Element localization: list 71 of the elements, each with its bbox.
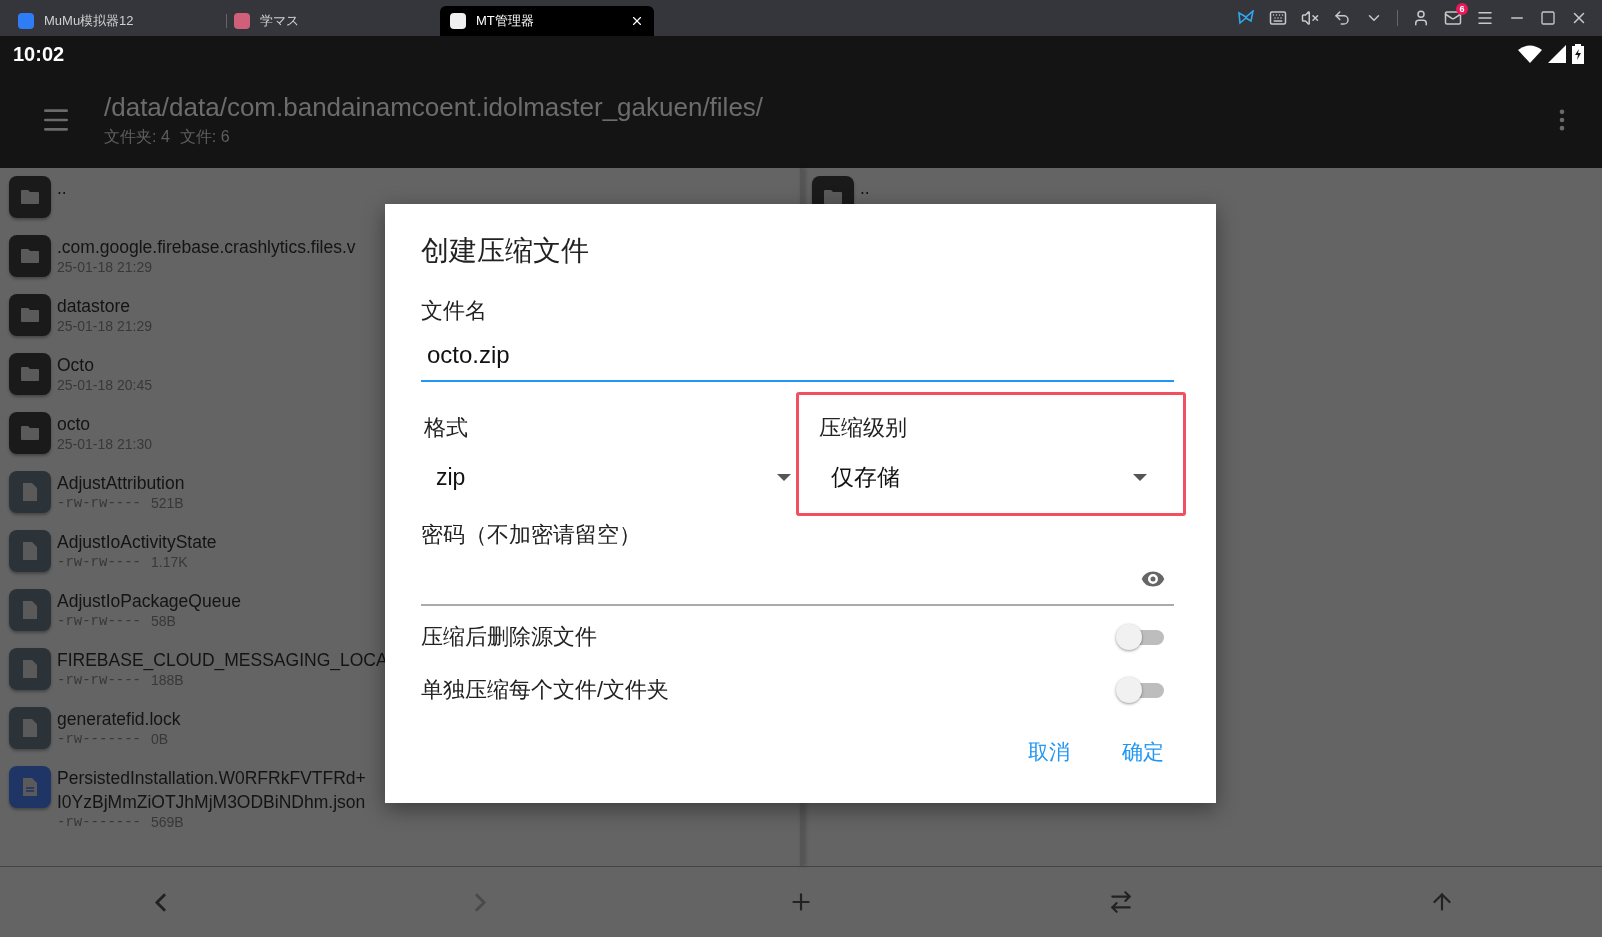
tab-separator <box>226 14 227 28</box>
wifi-icon <box>1518 45 1542 63</box>
user-icon[interactable] <box>1412 9 1430 27</box>
file-tile[interactable] <box>9 589 51 631</box>
dialog-title: 创建压缩文件 <box>421 234 590 268</box>
caret-icon <box>776 473 791 481</box>
field-label: 格式 <box>424 414 468 442</box>
undo-icon[interactable] <box>1333 9 1351 27</box>
mail-icon[interactable] <box>1444 9 1462 27</box>
file-icon <box>22 600 38 620</box>
window-tab[interactable]: MuMu模拟器12 <box>8 6 222 36</box>
input-field[interactable]: octo.zip <box>421 330 1174 382</box>
file-tile[interactable] <box>9 471 51 513</box>
file-tile[interactable] <box>9 530 51 572</box>
file-name: AdjustIoPackageQueue <box>57 590 241 613</box>
item-count: 文件夹: 4 <box>104 127 170 147</box>
clock-time: 10:02 <box>13 42 65 66</box>
window-tab[interactable]: MT管理器 <box>440 6 654 36</box>
level-dropdown[interactable]: 仅存储 <box>818 447 1147 507</box>
folder-icon <box>20 248 40 264</box>
app-icon <box>450 13 466 29</box>
field-label: 密码（不加密请留空） <box>421 521 641 549</box>
file-icon <box>22 659 38 679</box>
file-name: octo <box>57 413 92 436</box>
file-name: I0YzBjMmZiOTJhMjM3ODBiNDhm.json <box>57 791 366 814</box>
menu-icon[interactable] <box>1476 9 1494 27</box>
folder-tile[interactable] <box>9 412 51 454</box>
file-icon <box>22 541 38 561</box>
battery-charging-icon <box>1572 44 1584 64</box>
signal-icon <box>1548 45 1566 63</box>
file-name: .. <box>57 177 67 200</box>
file-name: .. <box>860 177 870 200</box>
mute-icon[interactable] <box>1301 9 1319 27</box>
file-name: Octo <box>57 354 95 377</box>
folder-tile[interactable] <box>9 294 51 336</box>
folder-icon <box>20 307 40 323</box>
item-count: 文件: 6 <box>179 127 230 147</box>
folder-icon <box>20 366 40 382</box>
document-icon <box>22 777 38 797</box>
document-tile[interactable] <box>9 766 51 808</box>
field-label: 文件名 <box>421 297 487 325</box>
window-tab[interactable]: 学マス <box>224 6 438 36</box>
folder-icon <box>20 425 40 441</box>
format-dropdown[interactable]: zip <box>424 447 791 507</box>
toggle-label: 单独压缩每个文件/文件夹 <box>421 675 670 704</box>
folder-tile[interactable] <box>9 353 51 395</box>
file-name: .com.google.firebase.crashlytics.files.v <box>57 236 356 259</box>
folder-icon <box>823 189 843 205</box>
file-name: AdjustAttribution <box>57 472 185 495</box>
file-name: datastore <box>57 295 131 318</box>
folder-tile[interactable] <box>9 176 51 218</box>
file-name: generatefid.lock <box>57 708 181 731</box>
file-name: FIREBASE_CLOUD_MESSAGING_LOCA <box>57 649 388 672</box>
folder-icon <box>20 189 40 205</box>
close-icon[interactable] <box>630 14 644 28</box>
file-name: PersistedInstallation.W0RFRkFVTFRd+ <box>57 767 366 790</box>
keyboard-icon[interactable] <box>1269 9 1287 27</box>
field-label: 压缩级别 <box>818 414 907 442</box>
toggle-label: 压缩后删除源文件 <box>421 622 597 651</box>
file-icon <box>22 482 38 502</box>
file-name: AdjustIoActivityState <box>57 531 217 554</box>
folder-path: /data/data/com.bandainamcoent.idolmaster_gakuen/files/ <box>104 92 765 123</box>
file-tile[interactable] <box>9 648 51 690</box>
folder-tile[interactable] <box>9 235 51 277</box>
caret-icon <box>1133 473 1147 481</box>
app-icon <box>234 13 250 29</box>
file-tile[interactable] <box>9 707 51 749</box>
maximize-icon[interactable] <box>1540 10 1556 26</box>
file-icon <box>22 718 38 738</box>
notification-badge: 6 <box>1456 3 1468 15</box>
app-icon <box>18 13 34 29</box>
